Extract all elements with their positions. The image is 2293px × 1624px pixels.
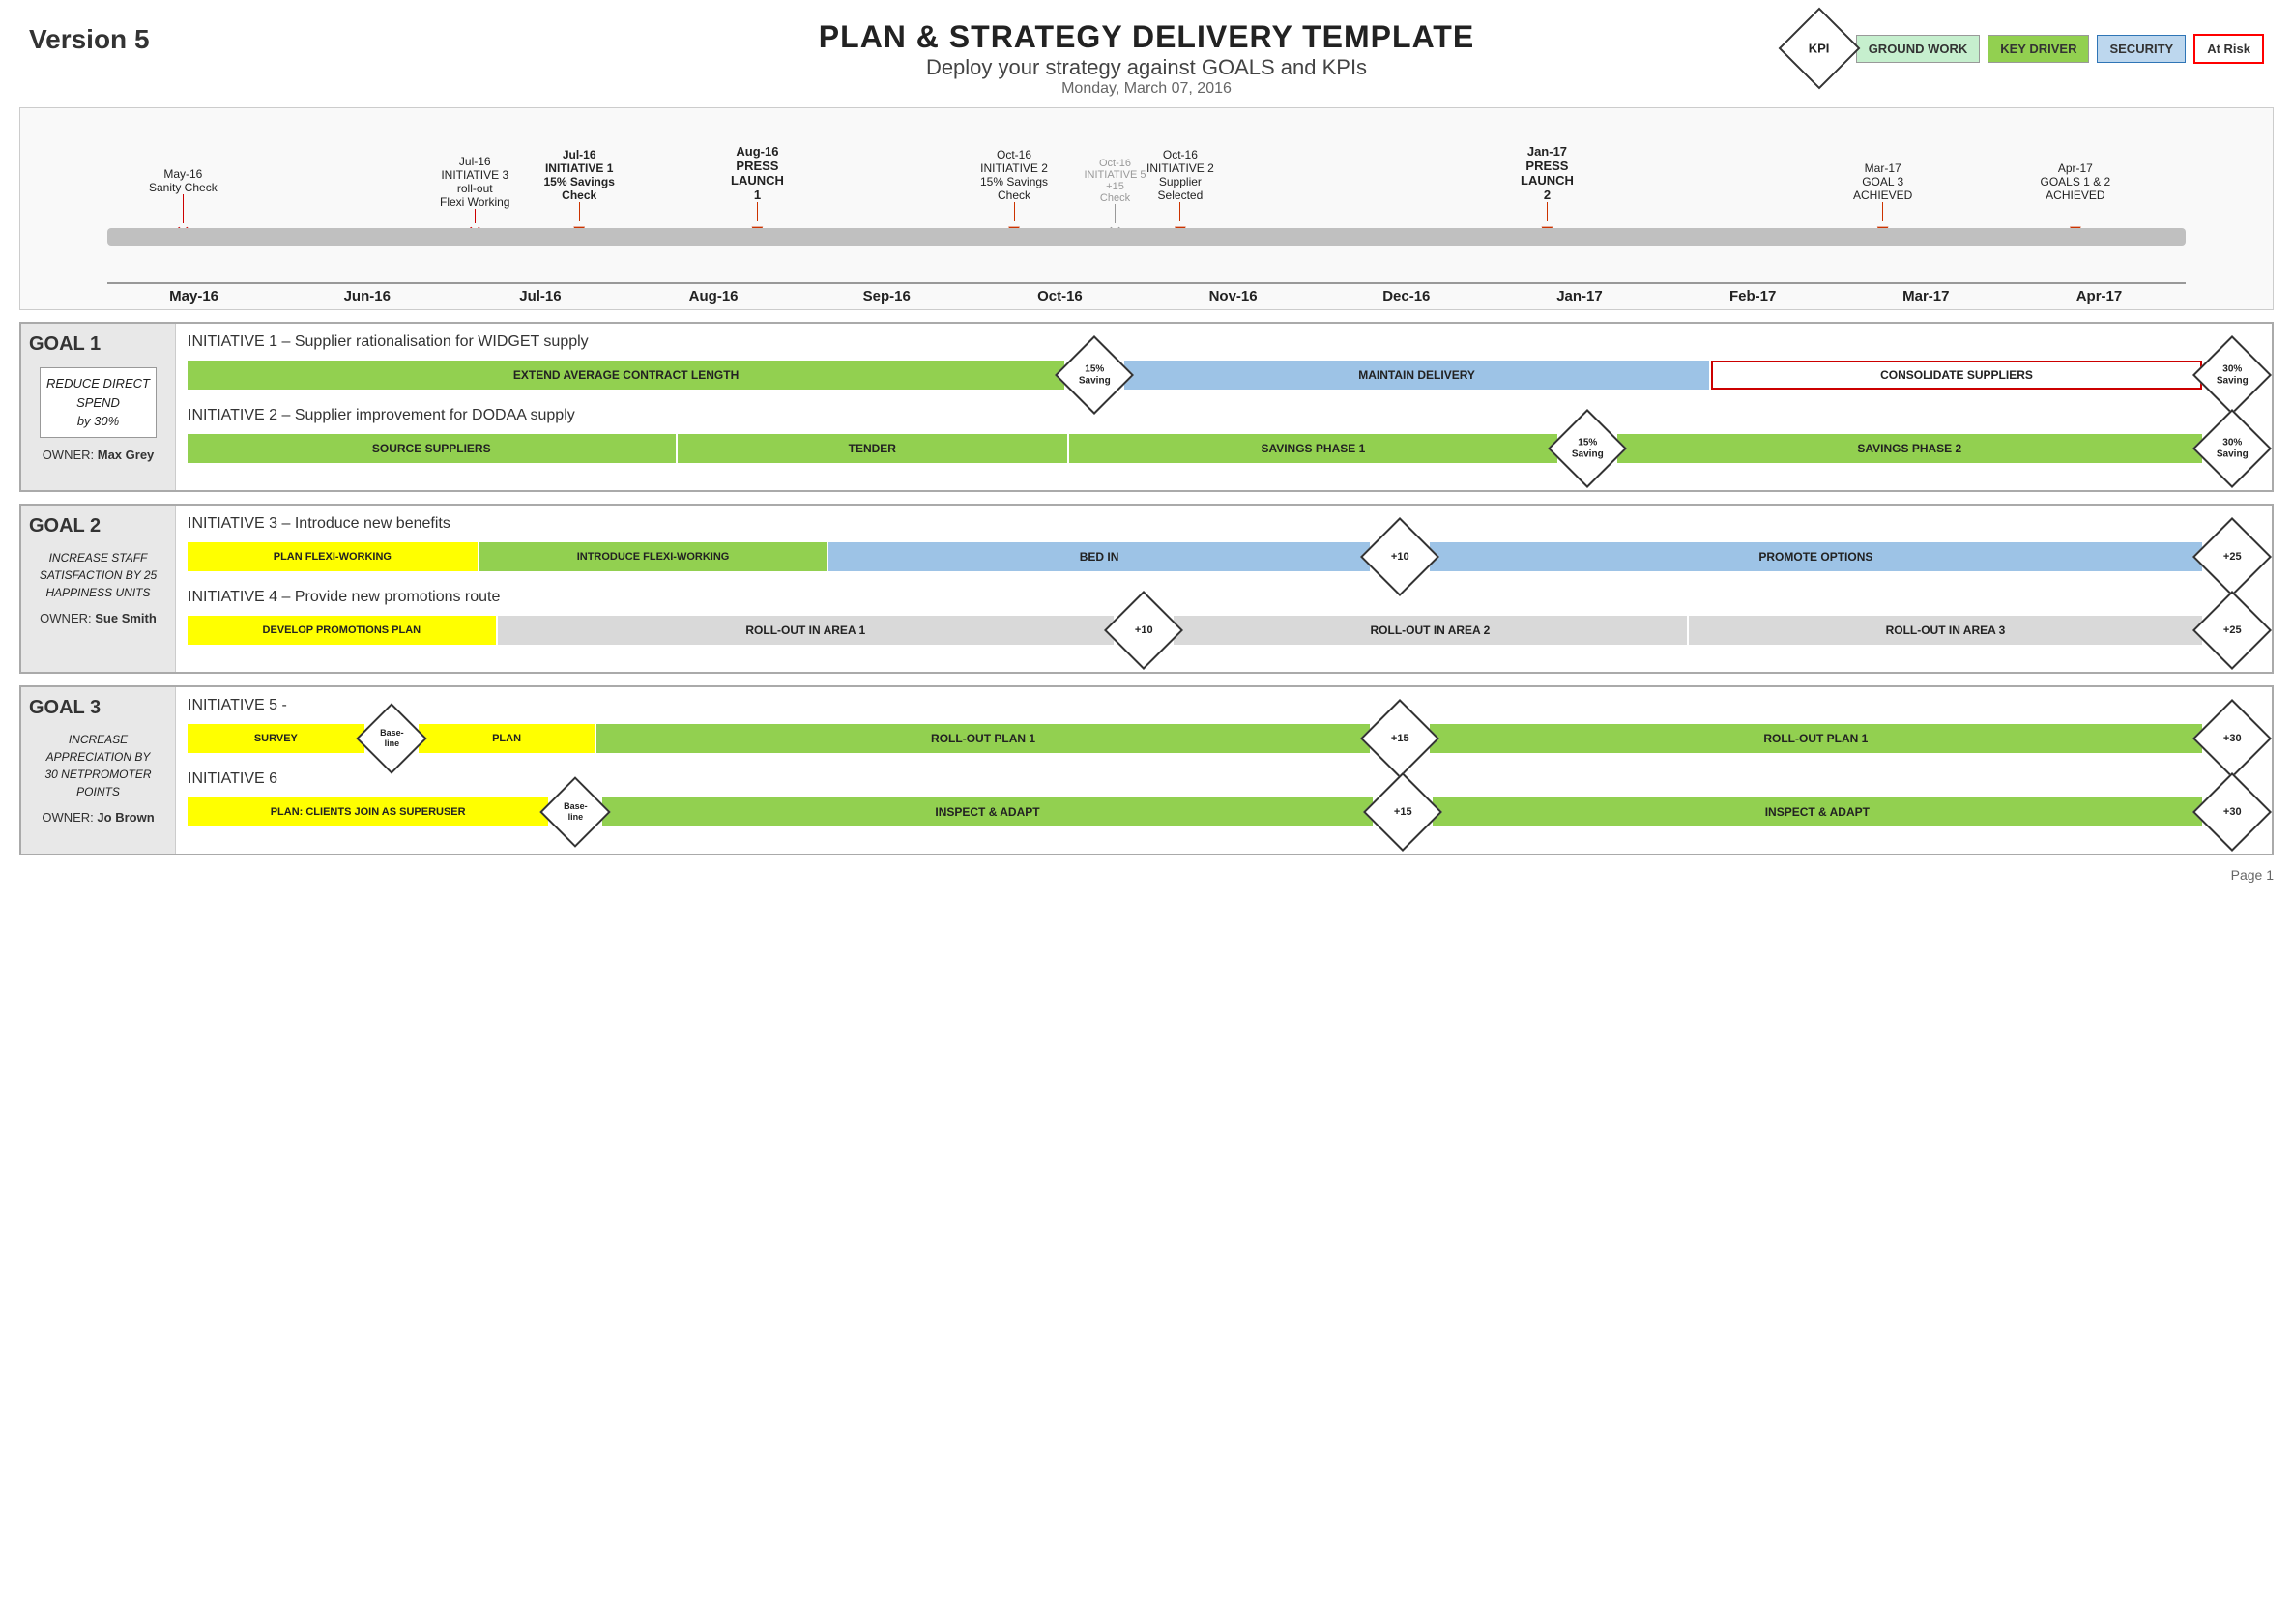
goal1-sidebar: GOAL 1 REDUCE DIRECT SPEND by 30% OWNER:… — [21, 324, 176, 490]
month-apr17: Apr-17 — [2013, 288, 2186, 304]
month-aug16: Aug-16 — [627, 288, 800, 304]
month-dec16: Dec-16 — [1320, 288, 1493, 304]
initiative6-block: INITIATIVE 6 PLAN: CLIENTS JOIN AS SUPER… — [188, 770, 2260, 830]
goal1-desc: REDUCE DIRECT SPEND by 30% — [46, 374, 150, 431]
goal2-desc: INCREASE STAFFSATISFACTION BY 25HAPPINES… — [40, 549, 157, 601]
goal1-desc-box: REDUCE DIRECT SPEND by 30% — [40, 367, 157, 438]
initiative5-title: INITIATIVE 5 - — [188, 697, 2260, 714]
timeline-bar — [107, 228, 2186, 246]
legend-area: KPI GROUND WORK KEY DRIVER SECURITY At R… — [1790, 19, 2264, 77]
initiative4-gantt: DEVELOP PROMOTIONS PLAN ROLL-OUT IN AREA… — [188, 612, 2260, 649]
bar-survey: SURVEY — [188, 724, 364, 753]
bar-inspect-adapt-b: INSPECT & ADAPT — [1433, 798, 2202, 826]
timeline-section: May-16 Sanity Check ✕ Jul-16 INITIATIVE … — [19, 107, 2274, 310]
bar-source-suppliers: SOURCE SUPPLIERS — [188, 434, 676, 463]
bar-rollout-area1: ROLL-OUT IN AREA 1 — [498, 616, 1114, 645]
month-mar17: Mar-17 — [1840, 288, 2013, 304]
legend-security: SECURITY — [2097, 35, 2186, 63]
month-jan17: Jan-17 — [1493, 288, 1666, 304]
bar-plan-flexi: PLAN FLEXI-WORKING — [188, 542, 478, 571]
legend-atrisk: At Risk — [2193, 34, 2264, 64]
initiative4-title: INITIATIVE 4 – Provide new promotions ro… — [188, 589, 2260, 606]
goal2-owner: OWNER: Sue Smith — [40, 611, 157, 625]
bar-rollout-plan1-b: ROLL-OUT PLAN 1 — [1430, 724, 2202, 753]
goal1-title: GOAL 1 — [29, 334, 101, 356]
page-date: Monday, March 07, 2016 — [19, 80, 2274, 98]
bar-bed-in: BED IN — [828, 542, 1369, 571]
month-sep16: Sep-16 — [800, 288, 973, 304]
goal3-section: GOAL 3 INCREASEAPPRECIATION BY30 NETPROM… — [19, 685, 2274, 856]
goal1-owner-name: Max Grey — [98, 448, 155, 462]
bar-rollout-plan1-a: ROLL-OUT PLAN 1 — [596, 724, 1369, 753]
bar-introduce-flexi: INTRODUCE FLEXI-WORKING — [479, 542, 827, 571]
goal2-content: INITIATIVE 3 – Introduce new benefits PL… — [176, 506, 2272, 672]
initiative6-title: INITIATIVE 6 — [188, 770, 2260, 788]
goal1-section: GOAL 1 REDUCE DIRECT SPEND by 30% OWNER:… — [19, 322, 2274, 492]
bar-develop-promotions: DEVELOP PROMOTIONS PLAN — [188, 616, 496, 645]
bar-plan-clients: PLAN: CLIENTS JOIN AS SUPERUSER — [188, 798, 548, 826]
bar-tender: TENDER — [678, 434, 1068, 463]
bar-consolidate-suppliers: CONSOLIDATE SUPPLIERS — [1711, 361, 2202, 390]
goal1-owner: OWNER: Max Grey — [43, 448, 155, 462]
month-jun16: Jun-16 — [280, 288, 453, 304]
goal2-owner-name: Sue Smith — [95, 611, 157, 625]
goal3-desc: INCREASEAPPRECIATION BY30 NETPROMOTERPOI… — [44, 731, 151, 800]
goal3-owner-name: Jo Brown — [97, 810, 154, 825]
goal3-sidebar: GOAL 3 INCREASEAPPRECIATION BY30 NETPROM… — [21, 687, 176, 854]
initiative2-gantt: SOURCE SUPPLIERS TENDER SAVINGS PHASE 1 … — [188, 430, 2260, 467]
goal2-section: GOAL 2 INCREASE STAFFSATISFACTION BY 25H… — [19, 504, 2274, 674]
page-number: Page 1 — [19, 867, 2274, 883]
initiative3-block: INITIATIVE 3 – Introduce new benefits PL… — [188, 515, 2260, 575]
bar-maintain-delivery: MAINTAIN DELIVERY — [1124, 361, 1709, 390]
month-may16: May-16 — [107, 288, 280, 304]
bar-rollout-area3: ROLL-OUT IN AREA 3 — [1689, 616, 2202, 645]
initiative5-block: INITIATIVE 5 - SURVEY Base-line PLAN ROL… — [188, 697, 2260, 757]
bar-savings-phase2: SAVINGS PHASE 2 — [1617, 434, 2202, 463]
initiative6-gantt: PLAN: CLIENTS JOIN AS SUPERUSER Base-lin… — [188, 794, 2260, 830]
bar-inspect-adapt-a: INSPECT & ADAPT — [602, 798, 1372, 826]
initiative1-title: INITIATIVE 1 – Supplier rationalisation … — [188, 334, 2260, 351]
goal3-content: INITIATIVE 5 - SURVEY Base-line PLAN ROL… — [176, 687, 2272, 854]
timeline-events: May-16 Sanity Check ✕ Jul-16 INITIATIVE … — [107, 118, 2186, 282]
goal3-title: GOAL 3 — [29, 697, 101, 719]
initiative1-block: INITIATIVE 1 – Supplier rationalisation … — [188, 334, 2260, 393]
goal3-owner: OWNER: Jo Brown — [42, 810, 154, 825]
page-header: Version 5 PLAN & STRATEGY DELIVERY TEMPL… — [19, 19, 2274, 98]
initiative5-gantt: SURVEY Base-line PLAN ROLL-OUT PLAN 1 +1… — [188, 720, 2260, 757]
month-jul16: Jul-16 — [453, 288, 626, 304]
initiative2-title: INITIATIVE 2 – Supplier improvement for … — [188, 407, 2260, 424]
legend-groundwork: GROUND WORK — [1856, 35, 1981, 63]
initiative4-block: INITIATIVE 4 – Provide new promotions ro… — [188, 589, 2260, 649]
initiative1-gantt: EXTEND AVERAGE CONTRACT LENGTH 15%Saving… — [188, 357, 2260, 393]
goal2-title: GOAL 2 — [29, 515, 101, 537]
initiative2-block: INITIATIVE 2 – Supplier improvement for … — [188, 407, 2260, 467]
initiative3-gantt: PLAN FLEXI-WORKING INTRODUCE FLEXI-WORKI… — [188, 538, 2260, 575]
bar-extend-contract: EXTEND AVERAGE CONTRACT LENGTH — [188, 361, 1064, 390]
version-label: Version 5 — [29, 24, 150, 55]
initiative3-title: INITIATIVE 3 – Introduce new benefits — [188, 515, 2260, 533]
kpi-label: KPI — [1809, 41, 1830, 55]
bar-savings-phase1: SAVINGS PHASE 1 — [1069, 434, 1557, 463]
bar-rollout-area2: ROLL-OUT IN AREA 2 — [1174, 616, 1687, 645]
month-oct16: Oct-16 — [973, 288, 1146, 304]
legend-keydriver: KEY DRIVER — [1988, 35, 2089, 63]
month-feb17: Feb-17 — [1667, 288, 1840, 304]
month-nov16: Nov-16 — [1146, 288, 1320, 304]
bar-plan-i5: PLAN — [419, 724, 595, 753]
kpi-diamond: KPI — [1778, 8, 1860, 90]
goal2-sidebar: GOAL 2 INCREASE STAFFSATISFACTION BY 25H… — [21, 506, 176, 672]
bar-promote-options: PROMOTE OPTIONS — [1430, 542, 2202, 571]
goal1-content: INITIATIVE 1 – Supplier rationalisation … — [176, 324, 2272, 490]
timeline-months: May-16 Jun-16 Jul-16 Aug-16 Sep-16 Oct-1… — [107, 282, 2186, 304]
